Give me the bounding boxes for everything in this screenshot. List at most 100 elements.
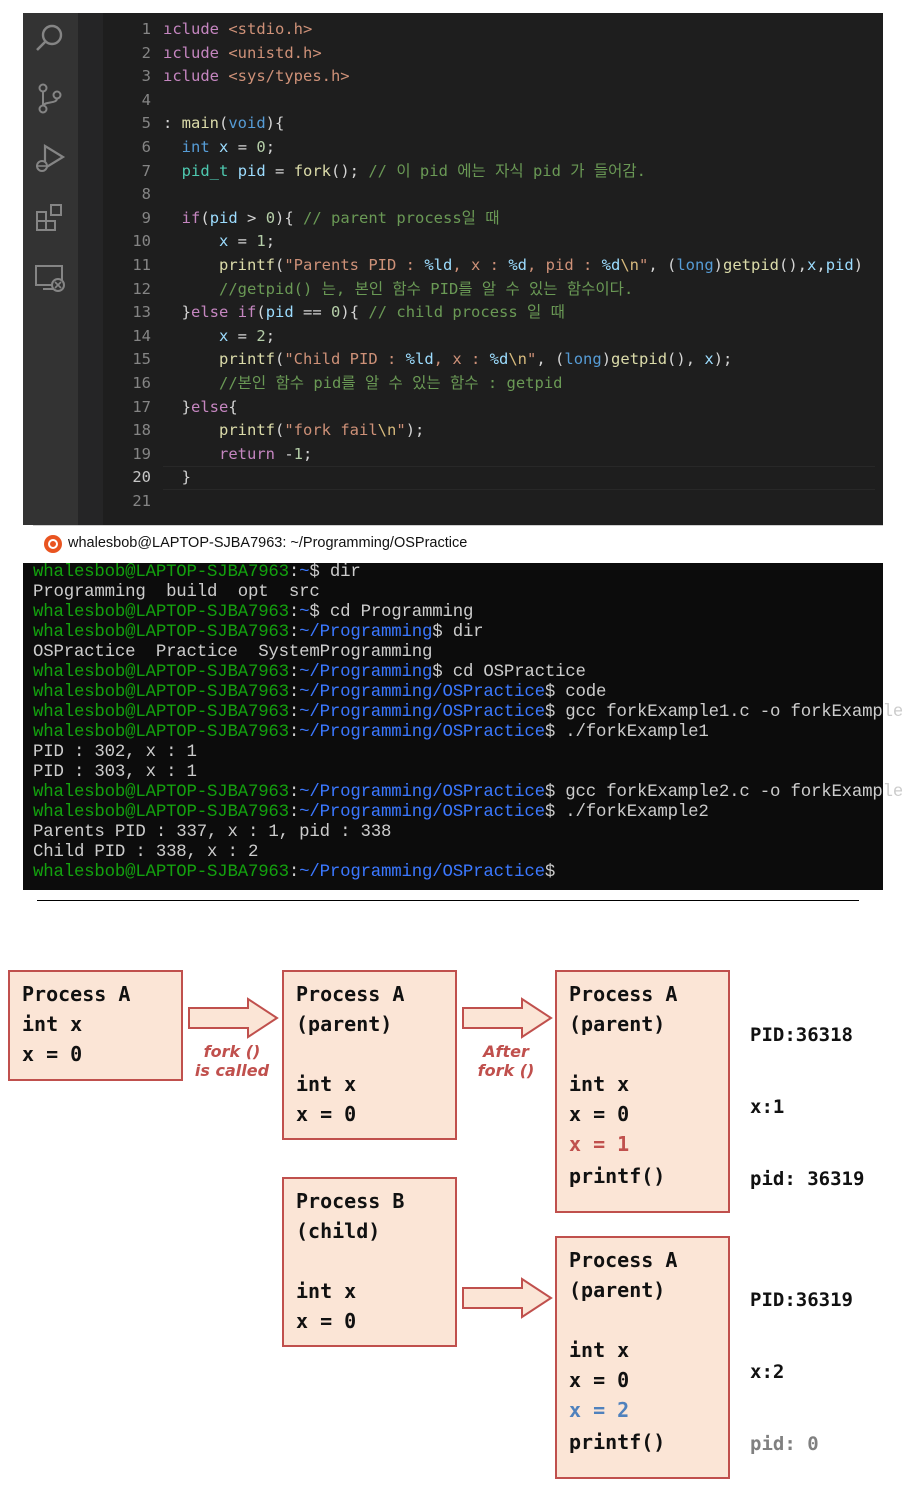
line-number: 1: [141, 20, 151, 38]
terminal-titlebar[interactable]: whalesbob@LAPTOP-SJBA7963: ~/Programming…: [33, 525, 883, 564]
code-line[interactable]: 10 x = 1;: [103, 230, 883, 254]
process-a-box: Process A int x x = 0: [8, 970, 183, 1081]
box-line: Process A: [22, 982, 131, 1006]
remote-explorer-icon[interactable]: [33, 261, 67, 295]
parent-note: PID:36318 x:1 pid: 36319: [750, 1024, 865, 1190]
code-line[interactable]: 13 }else if(pid == 0){ // child process …: [103, 301, 883, 325]
box-line-changed: x = 2: [569, 1398, 630, 1422]
line-number: 19: [132, 444, 151, 463]
code-lines[interactable]: 1 ıclude <stdio.h> 2 ıclude <unistd.h> 3 ıclu…: [103, 18, 883, 513]
code-line[interactable]: 9 if(pid > 0){ // parent process일 때: [103, 207, 883, 231]
terminal-line: Programming build opt src: [33, 583, 320, 602]
line-number: 16: [132, 373, 151, 392]
line-number: 10: [132, 232, 151, 251]
child-note: PID:36319 x:2 pid: 0: [750, 1289, 853, 1455]
line-number: 7: [141, 161, 151, 180]
code-text: x = 1;: [219, 232, 276, 251]
code-text: ıclude <stdio.h>: [163, 20, 313, 38]
box-line: (parent): [569, 1012, 666, 1036]
line-number: 9: [141, 208, 151, 227]
code-line[interactable]: 1 ıclude <stdio.h>: [103, 18, 883, 42]
terminal-line: whalesbob@LAPTOP-SJBA7963:~$ cd Programm…: [33, 603, 474, 622]
terminal-line: whalesbob@LAPTOP-SJBA7963:~/Programming$…: [33, 623, 484, 642]
line-number: 17: [132, 397, 151, 416]
extensions-icon[interactable]: [33, 201, 67, 235]
code-text: }: [181, 468, 192, 487]
arrow-right-icon: [188, 997, 279, 1039]
terminal-line: PID : 302, x : 1: [33, 743, 197, 762]
source-control-icon[interactable]: [33, 81, 67, 115]
terminal-line: Parents PID : 337, x : 1, pid : 338: [33, 823, 392, 842]
terminal-line: OSPractice Practice SystemProgramming: [33, 643, 433, 662]
editor-gutter: [78, 13, 103, 525]
code-line[interactable]: 16 //본인 함수 pid를 알 수 있는 함수 : getpid: [103, 372, 883, 396]
code-text: ıclude <sys/types.h>: [163, 67, 350, 86]
terminal-line: whalesbob@LAPTOP-SJBA7963:~/Programming/…: [33, 683, 607, 702]
box-line: int x: [296, 1279, 357, 1303]
box-line: x = 0: [569, 1102, 630, 1126]
code-text: //본인 함수 pid를 알 수 있는 함수 : getpid: [219, 373, 563, 392]
code-line[interactable]: 2 ıclude <unistd.h>: [103, 42, 883, 66]
line-number: 15: [132, 350, 151, 369]
box-line: x = 0: [296, 1102, 357, 1126]
code-line[interactable]: 3 ıclude <sys/types.h>: [103, 65, 883, 89]
terminal-line: whalesbob@LAPTOP-SJBA7963:~$ dir: [33, 563, 361, 582]
box-line: printf(): [569, 1430, 666, 1454]
line-number: 18: [132, 421, 151, 440]
line-number: 4: [141, 90, 151, 109]
code-line[interactable]: 4: [103, 89, 883, 113]
code-line[interactable]: 11 printf("Parents PID : %ld, x : %d, pi…: [103, 254, 883, 278]
code-editor[interactable]: 1 ıclude <stdio.h> 2 ıclude <unistd.h> 3 ıclu…: [23, 13, 883, 525]
line-number: 13: [132, 303, 151, 322]
terminal-line: whalesbob@LAPTOP-SJBA7963:~/Programming/…: [33, 863, 556, 882]
terminal-window[interactable]: whalesbob@LAPTOP-SJBA7963: ~/Programming…: [33, 525, 902, 890]
search-icon[interactable]: [33, 21, 67, 55]
code-text: int x = 0;: [181, 137, 276, 156]
box-line: Process B: [296, 1189, 405, 1213]
code-line[interactable]: 17 }else{: [103, 396, 883, 420]
line-number: 12: [132, 279, 151, 298]
terminal-line: whalesbob@LAPTOP-SJBA7963:~/Programming/…: [33, 783, 902, 802]
line-number: 14: [132, 326, 151, 345]
activity-bar: [23, 13, 78, 525]
code-line[interactable]: 8: [103, 183, 883, 207]
line-number: 2: [141, 43, 151, 62]
arrow-right-icon: [462, 997, 553, 1039]
process-parent-after-box: Process A (parent) int x x = 0 x = 1 pri…: [555, 970, 730, 1213]
code-line[interactable]: 14 x = 2;: [103, 325, 883, 349]
terminal-line: PID : 303, x : 1: [33, 763, 197, 782]
terminal-edge: [23, 563, 33, 890]
box-line: x = 0: [296, 1309, 357, 1333]
code-text: pid_t pid = fork(); // 이 pid 에는 자식 pid 가…: [181, 161, 646, 180]
code-line[interactable]: 18 printf("fork fail\n");: [103, 419, 883, 443]
terminal-output[interactable]: whalesbob@LAPTOP-SJBA7963:~$ dir Programm…: [33, 563, 902, 890]
box-line: int x: [569, 1338, 630, 1362]
line-number: 8: [141, 185, 151, 204]
box-line: printf(): [569, 1164, 666, 1188]
run-debug-icon[interactable]: [33, 141, 67, 175]
box-line: (child): [296, 1219, 381, 1243]
code-line[interactable]: 19 return -1;: [103, 443, 883, 467]
divider: [37, 900, 859, 901]
box-line: Process A: [296, 982, 405, 1006]
code-line[interactable]: 7 pid_t pid = fork(); // 이 pid 에는 자식 pid…: [103, 160, 883, 184]
code-line[interactable]: 6 int x = 0;: [103, 136, 883, 160]
arrow-right-icon: [462, 1277, 553, 1319]
code-text: //getpid() 는, 본인 함수 PID를 알 수 있는 함수이다.: [219, 279, 634, 298]
code-text: if(pid > 0){ // parent process일 때: [181, 208, 500, 227]
code-line[interactable]: 21: [103, 490, 883, 514]
terminal-line: whalesbob@LAPTOP-SJBA7963:~/Programming$…: [33, 663, 586, 682]
after-fork-label: After fork (): [477, 1042, 535, 1080]
code-text: : main(void){: [163, 114, 285, 133]
box-line-changed: x = 1: [569, 1132, 630, 1156]
process-child-box: Process B (child) int x x = 0: [282, 1177, 457, 1347]
line-number: 3: [141, 67, 151, 86]
terminal-line: whalesbob@LAPTOP-SJBA7963:~/Programming/…: [33, 723, 709, 742]
code-line[interactable]: 12 //getpid() 는, 본인 함수 PID를 알 수 있는 함수이다.: [103, 278, 883, 302]
code-line[interactable]: 5: main(void){: [103, 112, 883, 136]
code-line[interactable]: 20 }: [103, 466, 883, 491]
code-line[interactable]: 15 printf("Child PID : %ld, x : %d\n", (…: [103, 348, 883, 372]
terminal-line: Child PID : 338, x : 2: [33, 843, 259, 862]
box-line: Process A: [569, 1248, 678, 1272]
current-line-highlight: [163, 466, 875, 491]
